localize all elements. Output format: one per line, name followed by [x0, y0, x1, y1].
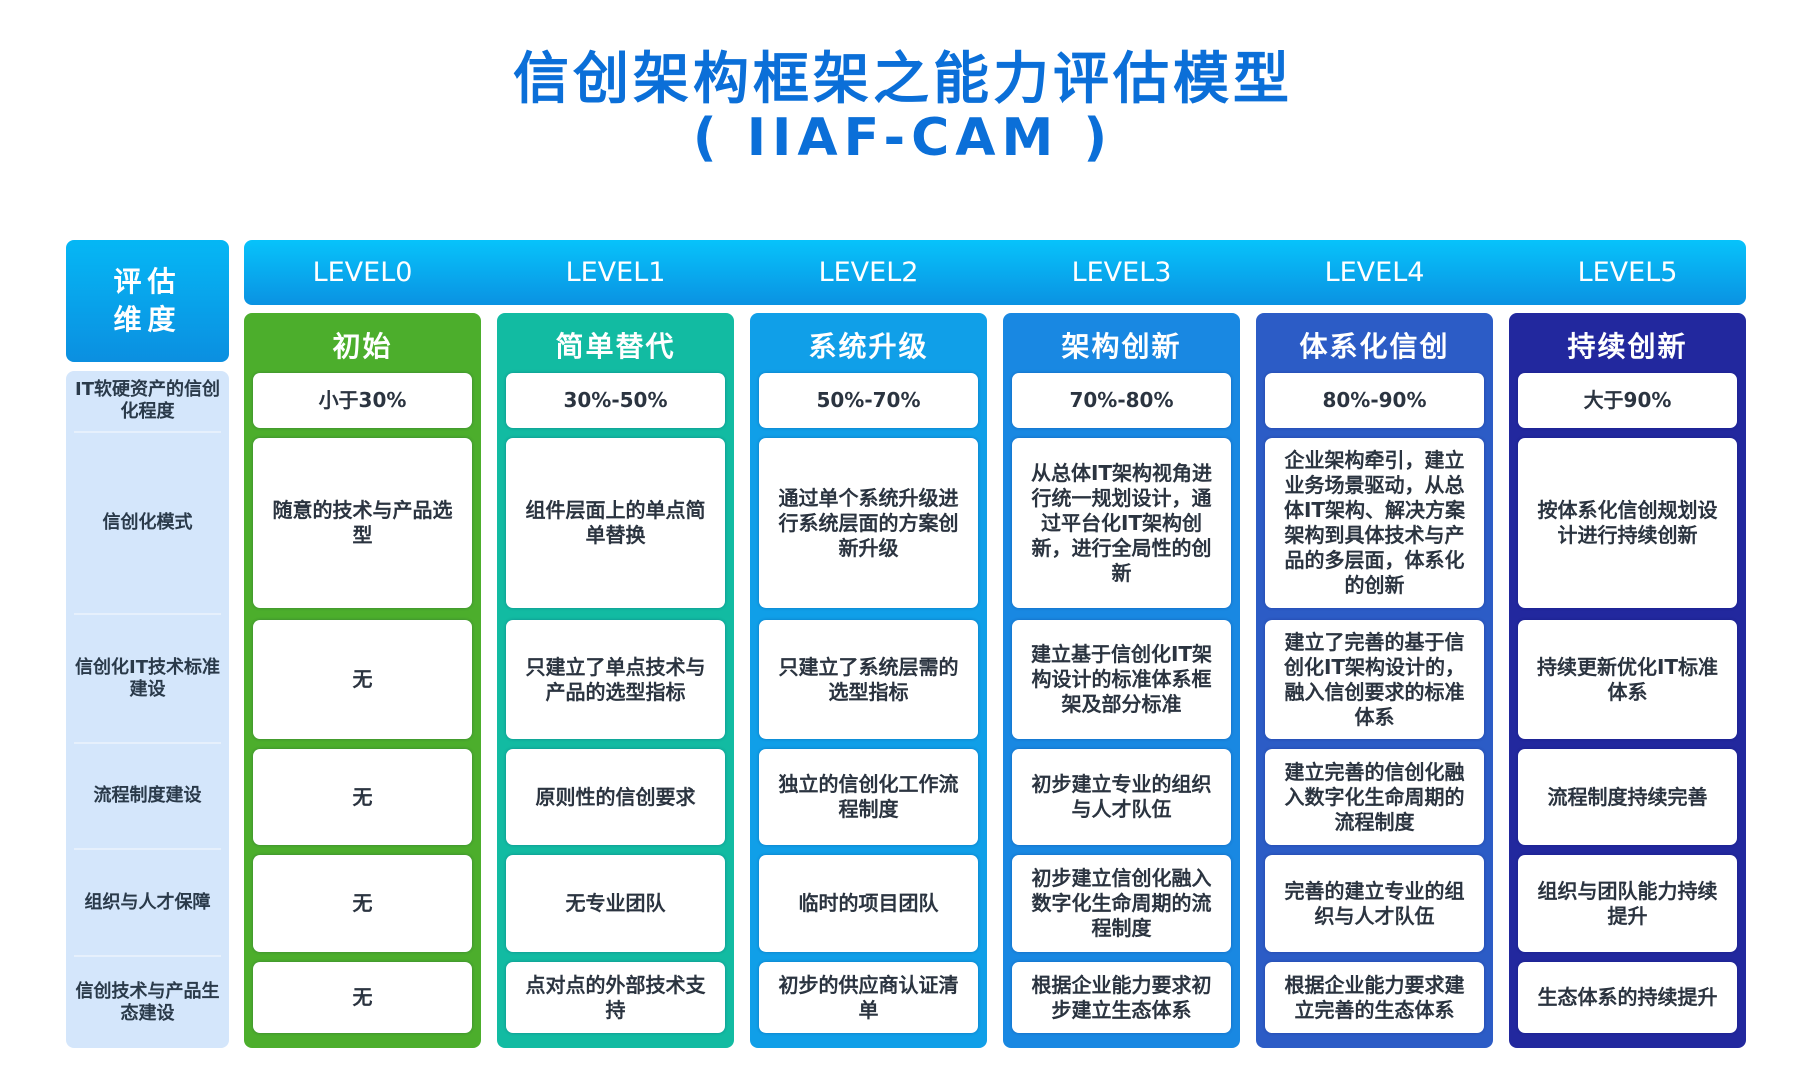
level-cell: 50%-70% — [759, 373, 978, 428]
level-cell: 80%-90% — [1265, 373, 1484, 428]
level-cell: 点对点的外部技术支持 — [506, 962, 725, 1033]
level-column: 体系化信创 80%-90% 企业架构牵引，建立业务场景驱动，从总体IT架构、解决方案… — [1256, 313, 1493, 1048]
level-cell: 建立完善的信创化融入数字化生命周期的流程制度 — [1265, 749, 1484, 845]
level-cell: 初步建立信创化融入数字化生命周期的流程制度 — [1012, 855, 1231, 952]
level-column: 系统升级 50%-70% 通过单个系统升级进行系统层面的方案创新升级只建立了系统层需… — [750, 313, 987, 1048]
level-cell: 按体系化信创规划设计进行持续创新 — [1518, 438, 1737, 608]
level-column: 持续创新大于90% 按体系化信创规划设计进行持续创新持续更新优化IT标准体系流程制… — [1509, 313, 1746, 1048]
level-cell: 无 — [253, 749, 472, 845]
dimension-label: 组织与人才保障 — [74, 850, 221, 957]
level-label: LEVEL3 — [1071, 257, 1172, 288]
level-cell: 初步的供应商认证清单 — [759, 962, 978, 1033]
level-cell: 通过单个系统升级进行系统层面的方案创新升级 — [759, 438, 978, 608]
level-cell: 从总体IT架构视角进行统一规划设计，通过平台化IT架构创新，进行全局性的创新 — [1012, 438, 1231, 608]
level-cell: 无 — [253, 620, 472, 739]
level-cell: 建立基于信创化IT架构设计的标准体系框架及部分标准 — [1012, 620, 1231, 739]
level-cell: 完善的建立专业的组织与人才队伍 — [1265, 855, 1484, 952]
page-subtitle: ( IIAF-CAM ) — [692, 108, 1114, 168]
level-name: 体系化信创 — [1299, 330, 1450, 363]
level-label: LEVEL2 — [818, 257, 919, 288]
level-cell: 初步建立专业的组织与人才队伍 — [1012, 749, 1231, 845]
level-cell: 持续更新优化IT标准体系 — [1518, 620, 1737, 739]
level-name: 持续创新 — [1567, 330, 1688, 363]
level-column: 初始 小于30% 随意的技术与产品选型无无无无 — [244, 313, 481, 1048]
level-cell: 根据企业能力要求初步建立生态体系 — [1012, 962, 1231, 1033]
level-cell: 流程制度持续完善 — [1518, 749, 1737, 845]
level-label: LEVEL5 — [1577, 257, 1678, 288]
dimension-header: 评估维度 — [66, 240, 229, 362]
level-cell: 小于30% — [253, 373, 472, 428]
level-cell: 根据企业能力要求建立完善的生态体系 — [1265, 962, 1484, 1033]
dimension-label: IT软硬资产的信创化程度 — [74, 371, 221, 433]
level-cell: 无 — [253, 855, 472, 952]
level-label: LEVEL4 — [1324, 257, 1425, 288]
level-cell: 70%-80% — [1012, 373, 1231, 428]
level-label: LEVEL0 — [312, 257, 413, 288]
level-cell: 独立的信创化工作流程制度 — [759, 749, 978, 845]
level-name: 简单替代 — [555, 330, 676, 363]
dimension-label: 信创化IT技术标准建设 — [74, 615, 221, 744]
level-name: 初始 — [332, 330, 393, 363]
level-cell: 组件层面上的单点简单替换 — [506, 438, 725, 608]
level-cell: 生态体系的持续提升 — [1518, 962, 1737, 1033]
level-cell: 大于90% — [1518, 373, 1737, 428]
level-cell: 无专业团队 — [506, 855, 725, 952]
dimension-label: 流程制度建设 — [74, 744, 221, 850]
level-cell: 原则性的信创要求 — [506, 749, 725, 845]
level-cell: 组织与团队能力持续提升 — [1518, 855, 1737, 952]
level-column: 简单替代 30%-50% 组件层面上的单点简单替换只建立了单点技术与产品的选型指标原… — [497, 313, 734, 1048]
level-cell: 只建立了系统层需的选型指标 — [759, 620, 978, 739]
level-cell: 只建立了单点技术与产品的选型指标 — [506, 620, 725, 739]
level-cell: 随意的技术与产品选型 — [253, 438, 472, 608]
level-cell: 企业架构牵引，建立业务场景驱动，从总体IT架构、解决方案架构到具体技术与产品的多… — [1265, 438, 1484, 608]
level-cell: 临时的项目团队 — [759, 855, 978, 952]
dimension-label: 信创技术与产品生态建设 — [75, 980, 220, 1024]
level-label: LEVEL1 — [565, 257, 666, 288]
dimension-label: 信创化模式 — [74, 433, 221, 615]
dimension-column: IT软硬资产的信创化程度 信创化模式 信创化IT技术标准建设 流程制度建设 组织与人才保… — [66, 371, 229, 1048]
level-name: 系统升级 — [808, 330, 929, 363]
level-column: 架构创新 70%-80% 从总体IT架构视角进行统一规划设计，通过平台化IT架构创新… — [1003, 313, 1240, 1048]
level-name: 架构创新 — [1061, 330, 1182, 363]
level-cell: 无 — [253, 962, 472, 1033]
level-cell: 建立了完善的基于信创化IT架构设计的，融入信创要求的标准体系 — [1265, 620, 1484, 739]
page-title: 信创架构框架之能力评估模型 — [513, 47, 1293, 112]
dimension-header-label: 评估维度 — [113, 265, 182, 336]
level-header-bar: LEVEL0 LEVEL1 LEVEL2 LEVEL3 LEVEL4 LEVEL5 — [244, 240, 1746, 305]
level-cell: 30%-50% — [506, 373, 725, 428]
